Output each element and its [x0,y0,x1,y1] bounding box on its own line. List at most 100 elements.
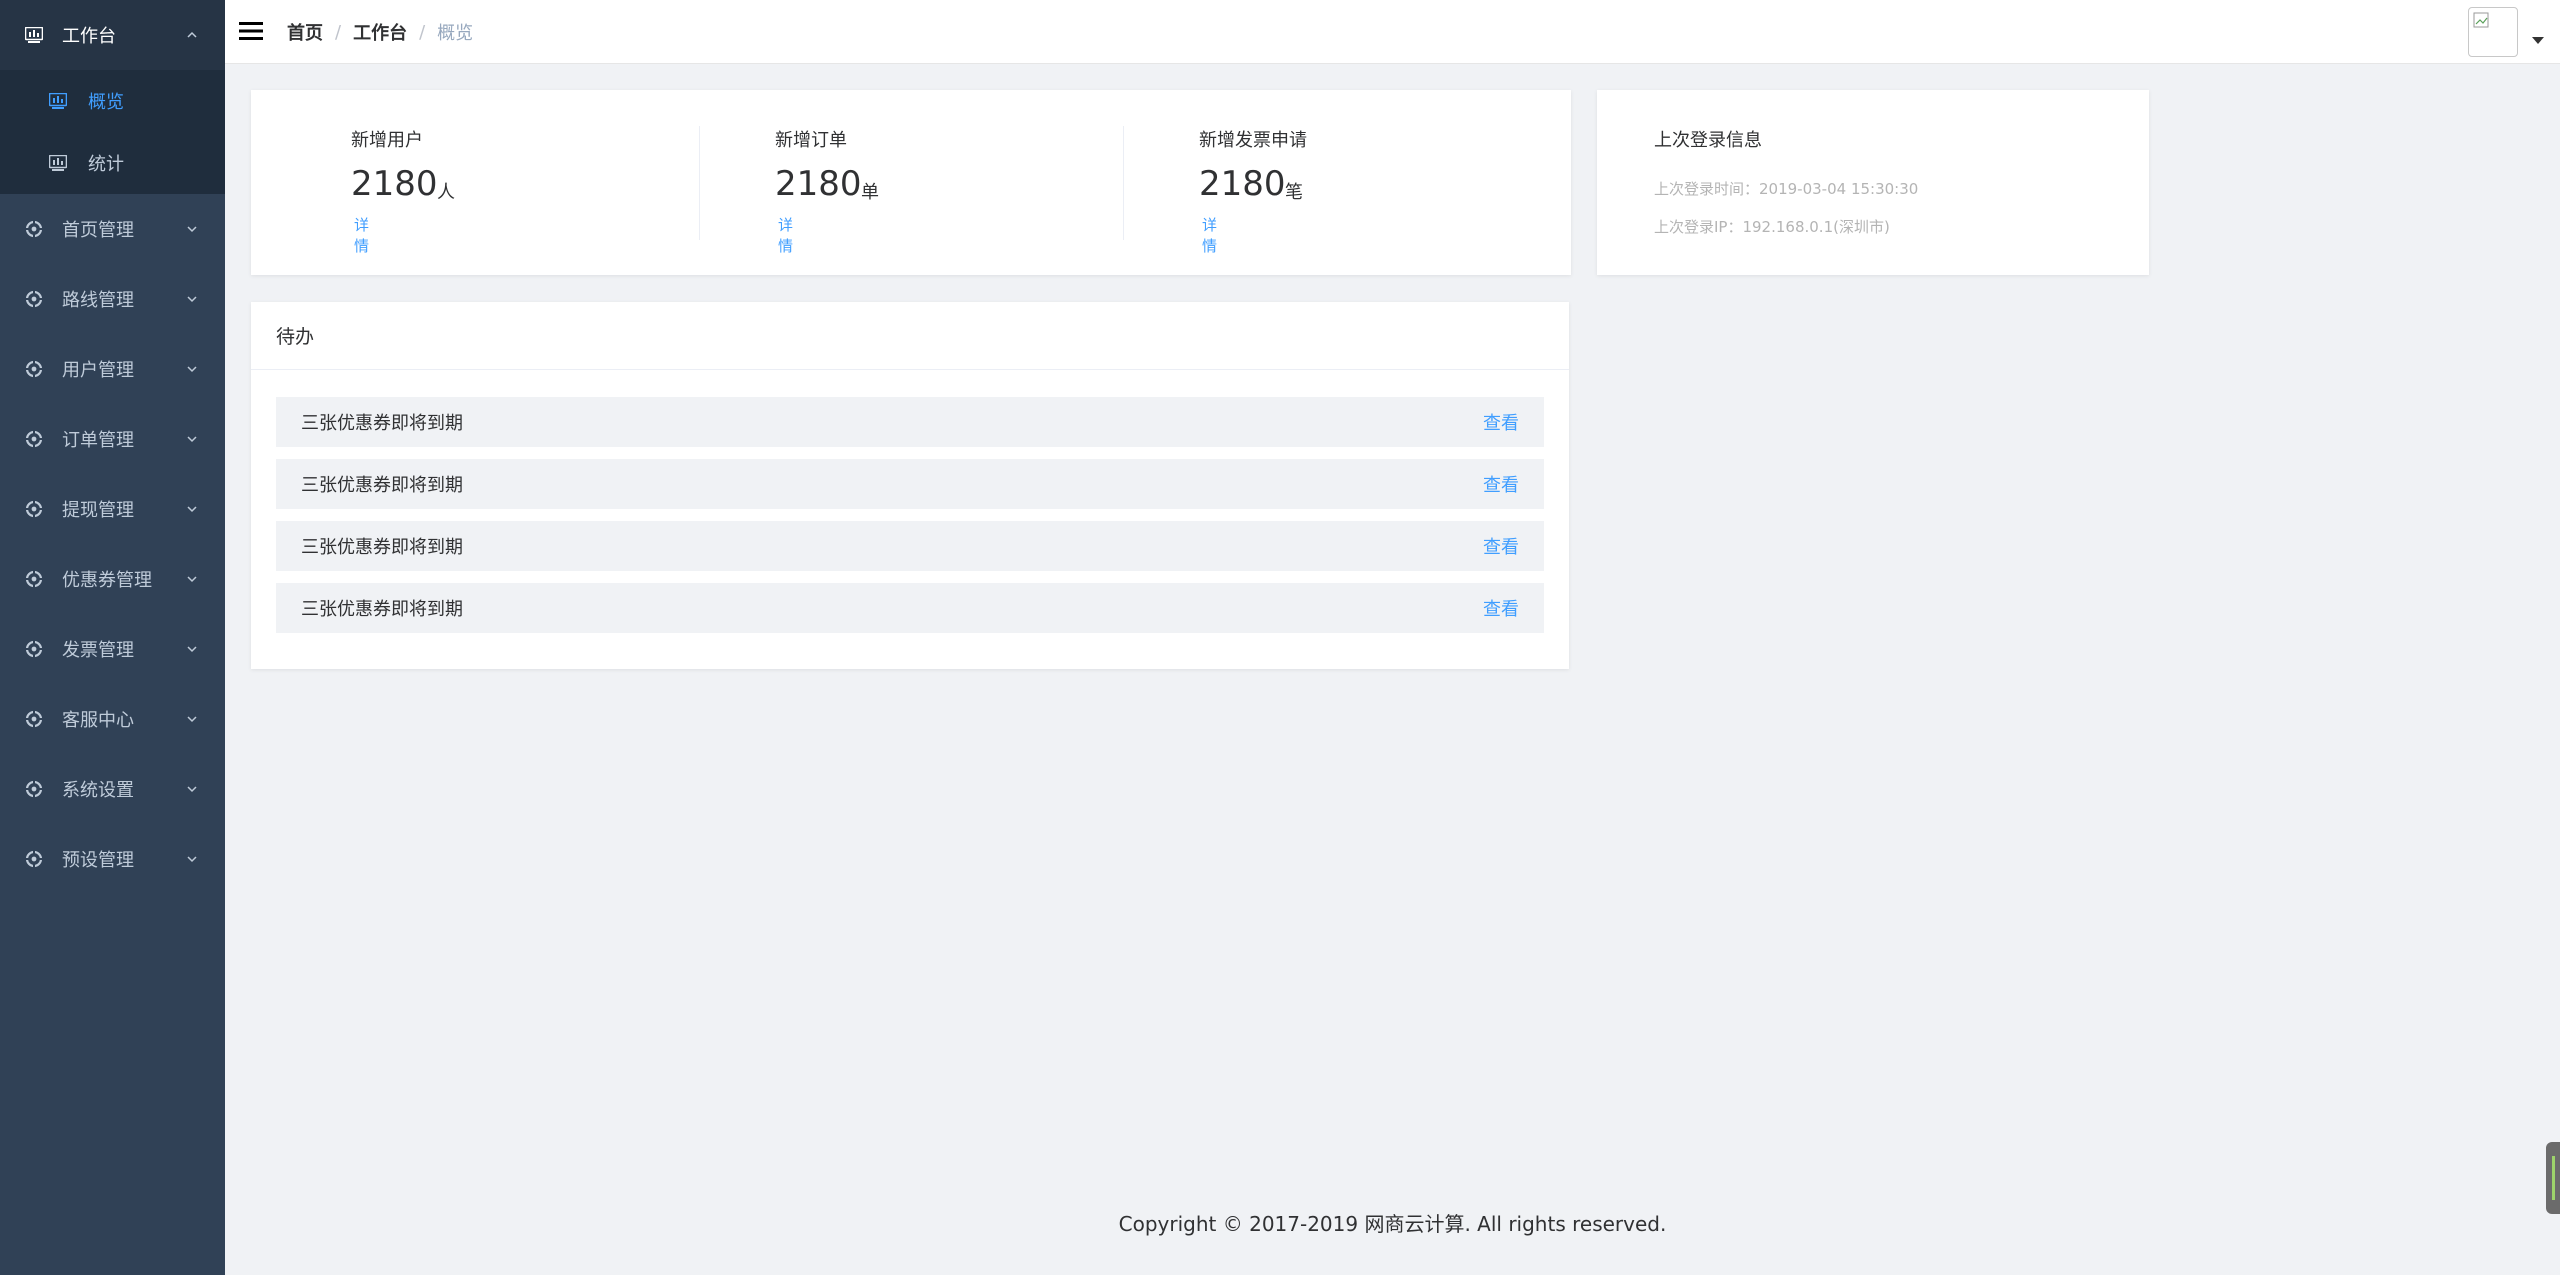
chevron-down-icon [187,436,197,443]
chevron-down-icon [187,786,197,793]
todo-item: 三张优惠券即将到期 查看 [276,459,1544,509]
stat-detail-link[interactable]: 详情 [778,214,793,256]
sidebar-item-label: 工作台 [62,26,116,47]
module-icon [24,779,44,799]
module-icon [24,359,44,379]
dashboard-icon [24,25,44,45]
breadcrumb-workbench[interactable]: 工作台 [353,19,407,45]
module-icon [24,709,44,729]
stats-card: 新增用户 2180 人 详情 新增订单 2180 单 详情 新增发票申请 218… [251,90,1571,275]
stat-value: 2180 [351,164,438,204]
last-login-time: 上次登录时间：2019-03-04 15:30:30 [1654,180,1919,198]
side-scroll-handle[interactable] [2546,1142,2560,1214]
todo-card: 待办 三张优惠券即将到期 查看 三张优惠券即将到期 查看 三张优惠券即将到期 查… [251,302,1569,669]
stat-unit: 单 [861,182,879,203]
sidebar-item-label: 用户管理 [62,360,134,381]
sidebar-item-label: 预设管理 [62,850,134,871]
footer-copyright: Copyright © 2017-2019 网商云计算. All rights … [1118,1212,1667,1236]
todo-item-text: 三张优惠券即将到期 [301,413,463,434]
breadcrumb-current: 概览 [437,23,474,44]
module-icon [24,219,44,239]
sidebar-item-6[interactable]: 发票管理 [0,614,225,684]
broken-image-icon [2473,12,2489,28]
todo-title: 待办 [251,302,1569,370]
module-icon [24,849,44,869]
submenu-workbench: 概览 统计 [0,70,225,194]
sidebar-item-statistics[interactable]: 统计 [0,132,225,194]
stat-divider [1123,126,1124,240]
sidebar-item-label: 首页管理 [62,220,134,241]
login-info-title: 上次登录信息 [1654,130,1762,151]
avatar[interactable] [2468,7,2518,57]
sidebar-item-3[interactable]: 订单管理 [0,404,225,474]
stat-divider [699,126,700,240]
dashboard-icon [48,91,68,111]
top-header: 首页 / 工作台 / 概览 [225,0,2560,64]
chevron-down-icon [187,716,197,723]
sidebar-item-1[interactable]: 路线管理 [0,264,225,334]
sidebar-item-label: 发票管理 [62,640,134,661]
todo-item-text: 三张优惠券即将到期 [301,475,463,496]
todo-view-link[interactable]: 查看 [1483,471,1519,497]
todo-item: 三张优惠券即将到期 查看 [276,583,1544,633]
sidebar-item-label: 路线管理 [62,290,134,311]
stat-label: 新增用户 [351,130,423,151]
sidebar-item-workbench[interactable]: 工作台 [0,0,225,70]
sidebar-item-label: 客服中心 [62,710,134,731]
sidebar-item-label: 优惠券管理 [62,570,152,591]
sidebar-item-4[interactable]: 提现管理 [0,474,225,544]
sidebar-item-8[interactable]: 系统设置 [0,754,225,824]
stat-value: 2180 [1199,164,1286,204]
sidebar-item-label: 统计 [88,154,124,175]
sidebar-item-label: 系统设置 [62,780,134,801]
chevron-down-icon [187,856,197,863]
module-icon [24,569,44,589]
todo-view-link[interactable]: 查看 [1483,533,1519,559]
menu-group-workbench: 工作台 概览 统计 [0,0,225,194]
todo-item: 三张优惠券即将到期 查看 [276,397,1544,447]
chevron-down-icon [187,366,197,373]
stat-detail-link[interactable]: 详情 [354,214,369,256]
breadcrumb-separator: / [335,21,342,43]
sidebar-item-9[interactable]: 预设管理 [0,824,225,894]
dashboard-icon [48,153,68,173]
chevron-down-icon [187,506,197,513]
sidebar-item-label: 提现管理 [62,500,134,521]
stat-value: 2180 [775,164,862,204]
todo-item-text: 三张优惠券即将到期 [301,537,463,558]
module-icon [24,639,44,659]
stat-label: 新增订单 [775,130,847,151]
chevron-down-icon [187,576,197,583]
chevron-down-icon [187,646,197,653]
sidebar-item-label: 订单管理 [62,430,134,451]
sidebar-item-2[interactable]: 用户管理 [0,334,225,404]
chevron-down-icon [187,296,197,303]
breadcrumb-home[interactable]: 首页 [287,19,323,45]
caret-down-icon[interactable] [2532,37,2544,44]
login-info-card: 上次登录信息 上次登录时间：2019-03-04 15:30:30 上次登录IP… [1597,90,2149,275]
todo-view-link[interactable]: 查看 [1483,409,1519,435]
breadcrumb-separator: / [419,21,426,43]
stat-unit: 人 [437,182,455,203]
sidebar-item-overview[interactable]: 概览 [0,70,225,132]
todo-item: 三张优惠券即将到期 查看 [276,521,1544,571]
module-icon [24,499,44,519]
stat-label: 新增发票申请 [1199,130,1307,151]
sidebar-menu-list: 首页管理路线管理用户管理订单管理提现管理优惠券管理发票管理客服中心系统设置预设管… [0,194,225,894]
module-icon [24,289,44,309]
todo-view-link[interactable]: 查看 [1483,595,1519,621]
last-login-ip: 上次登录IP：192.168.0.1(深圳市) [1654,218,1890,236]
stat-unit: 笔 [1285,182,1303,203]
module-icon [24,429,44,449]
todo-item-text: 三张优惠券即将到期 [301,599,463,620]
chevron-up-icon [187,31,197,38]
sidebar-item-7[interactable]: 客服中心 [0,684,225,754]
stat-detail-link[interactable]: 详情 [1202,214,1217,256]
sidebar-item-5[interactable]: 优惠券管理 [0,544,225,614]
chevron-down-icon [187,226,197,233]
sidebar-item-label: 概览 [88,92,124,113]
breadcrumb: 首页 / 工作台 / 概览 [287,19,473,45]
sidebar: 工作台 概览 统计 首页管理路线管理用户管理订单管理提现管理优惠券管理发票管理客… [0,0,225,1275]
hamburger-menu-icon[interactable] [239,19,265,43]
sidebar-item-0[interactable]: 首页管理 [0,194,225,264]
